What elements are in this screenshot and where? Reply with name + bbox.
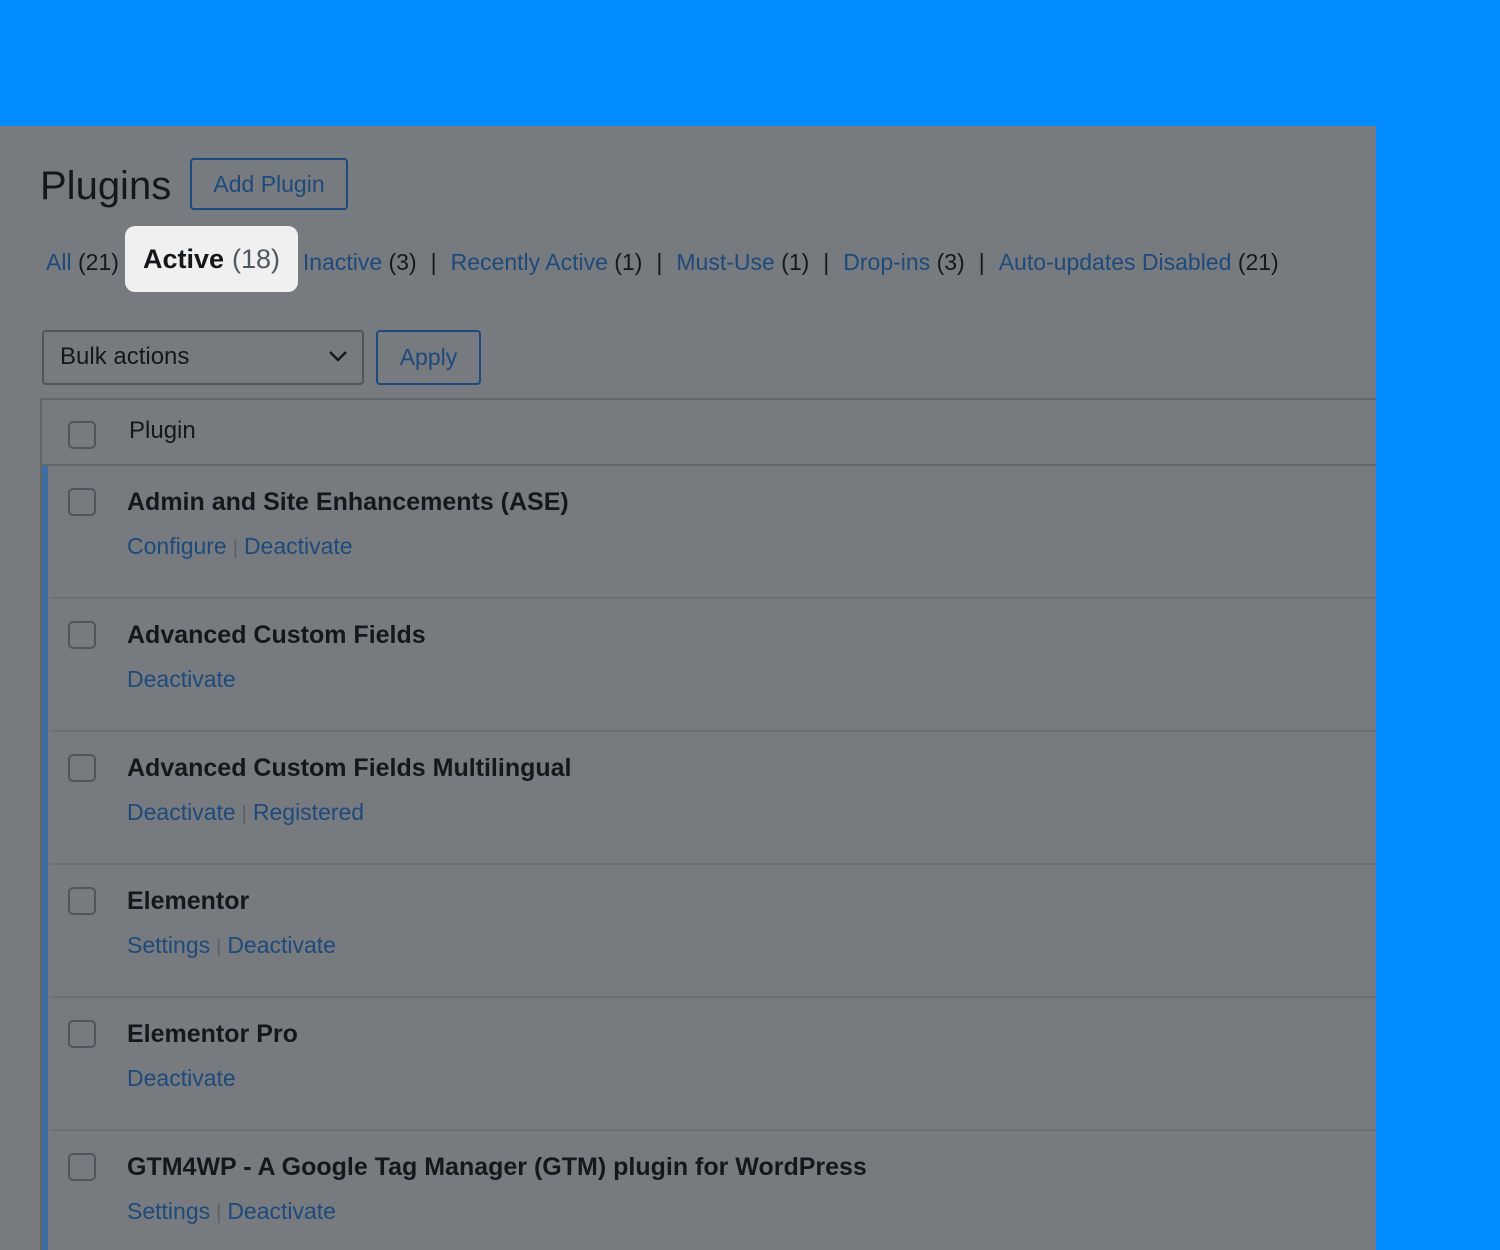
bulk-actions-value: Bulk actions: [60, 343, 190, 370]
action-deactivate-link[interactable]: Deactivate: [227, 932, 336, 958]
plugin-name: Elementor: [127, 887, 250, 915]
filter-must-use-count: (1): [781, 248, 810, 275]
filter-auto-updates-disabled-count: (21): [1237, 248, 1279, 275]
action-settings-link[interactable]: Settings: [127, 932, 210, 958]
plugin-name: Elementor Pro: [127, 1020, 298, 1048]
row-checkbox[interactable]: [68, 887, 96, 915]
row-checkbox[interactable]: [68, 1153, 96, 1181]
filter-recently-active-count: (1): [614, 248, 643, 275]
filter-dropins[interactable]: Drop-ins: [843, 249, 930, 276]
row-actions: Settings | Deactivate: [127, 1198, 336, 1225]
table-header: Plugin: [42, 400, 1376, 466]
action-deactivate-link[interactable]: Deactivate: [127, 666, 236, 692]
action-separator: |: [232, 537, 238, 559]
row-actions: Settings | Deactivate: [127, 932, 336, 959]
filter-active[interactable]: Active (18): [125, 226, 298, 292]
filter-all[interactable]: All: [46, 249, 72, 276]
row-actions: Deactivate | Registered: [127, 799, 364, 826]
filter-all-count: (21): [77, 248, 119, 275]
action-deactivate-link[interactable]: Deactivate: [244, 533, 353, 559]
table-row: Advanced Custom Fields Multilingual Deac…: [42, 732, 1376, 865]
plugin-name: GTM4WP - A Google Tag Manager (GTM) plug…: [127, 1153, 867, 1181]
plugin-name: Advanced Custom Fields: [127, 621, 426, 649]
filter-separator: |: [430, 248, 437, 275]
apply-button[interactable]: Apply: [376, 330, 481, 385]
plugin-name: Advanced Custom Fields Multilingual: [127, 754, 572, 782]
plugins-table: Plugin Admin and Site Enhancements (ASE)…: [40, 398, 1376, 1250]
chevron-down-icon: [329, 351, 347, 362]
table-row: Elementor Pro Deactivate: [42, 998, 1376, 1131]
filter-dropins-count: (3): [936, 248, 965, 275]
filter-auto-updates-disabled[interactable]: Auto-updates Disabled: [999, 249, 1232, 276]
row-checkbox[interactable]: [68, 754, 96, 782]
table-row: GTM4WP - A Google Tag Manager (GTM) plug…: [42, 1131, 1376, 1250]
row-checkbox[interactable]: [68, 488, 96, 516]
action-separator: |: [241, 803, 247, 825]
filter-inactive[interactable]: Inactive: [303, 249, 382, 276]
filter-must-use[interactable]: Must-Use: [676, 249, 774, 276]
action-configure-link[interactable]: Configure: [127, 533, 227, 559]
filter-separator: |: [656, 248, 663, 275]
action-deactivate-link[interactable]: Deactivate: [127, 1065, 236, 1091]
row-actions: Deactivate: [127, 666, 236, 693]
table-row: Elementor Settings | Deactivate: [42, 865, 1376, 998]
page-title: Plugins: [40, 164, 172, 208]
row-actions: Configure | Deactivate: [127, 533, 353, 560]
action-separator: |: [216, 936, 222, 958]
filter-separator: |: [823, 248, 830, 275]
table-row: Advanced Custom Fields Deactivate: [42, 599, 1376, 732]
filter-active-count: (18): [232, 243, 281, 274]
filter-recently-active[interactable]: Recently Active: [451, 249, 608, 276]
action-deactivate-link[interactable]: Deactivate: [227, 1198, 336, 1224]
filter-active-label: Active: [142, 243, 225, 274]
action-deactivate-link[interactable]: Deactivate: [127, 799, 236, 825]
bulk-actions-select[interactable]: Bulk actions: [42, 330, 364, 385]
filter-inactive-count: (3): [388, 248, 417, 275]
row-checkbox[interactable]: [68, 621, 96, 649]
action-settings-link[interactable]: Settings: [127, 1198, 210, 1224]
plugin-name: Admin and Site Enhancements (ASE): [127, 488, 569, 516]
column-header-plugin: Plugin: [129, 417, 196, 444]
row-checkbox[interactable]: [68, 1020, 96, 1048]
add-plugin-button[interactable]: Add Plugin: [190, 158, 348, 210]
select-all-checkbox[interactable]: [68, 421, 96, 449]
table-row: Admin and Site Enhancements (ASE) Config…: [42, 466, 1376, 599]
action-registered-link[interactable]: Registered: [253, 799, 364, 825]
action-separator: |: [216, 1202, 222, 1224]
row-actions: Deactivate: [127, 1065, 236, 1092]
filter-separator: |: [978, 248, 985, 275]
plugins-screen: Plugins Add Plugin All (21) Inactive (3)…: [0, 126, 1376, 1250]
